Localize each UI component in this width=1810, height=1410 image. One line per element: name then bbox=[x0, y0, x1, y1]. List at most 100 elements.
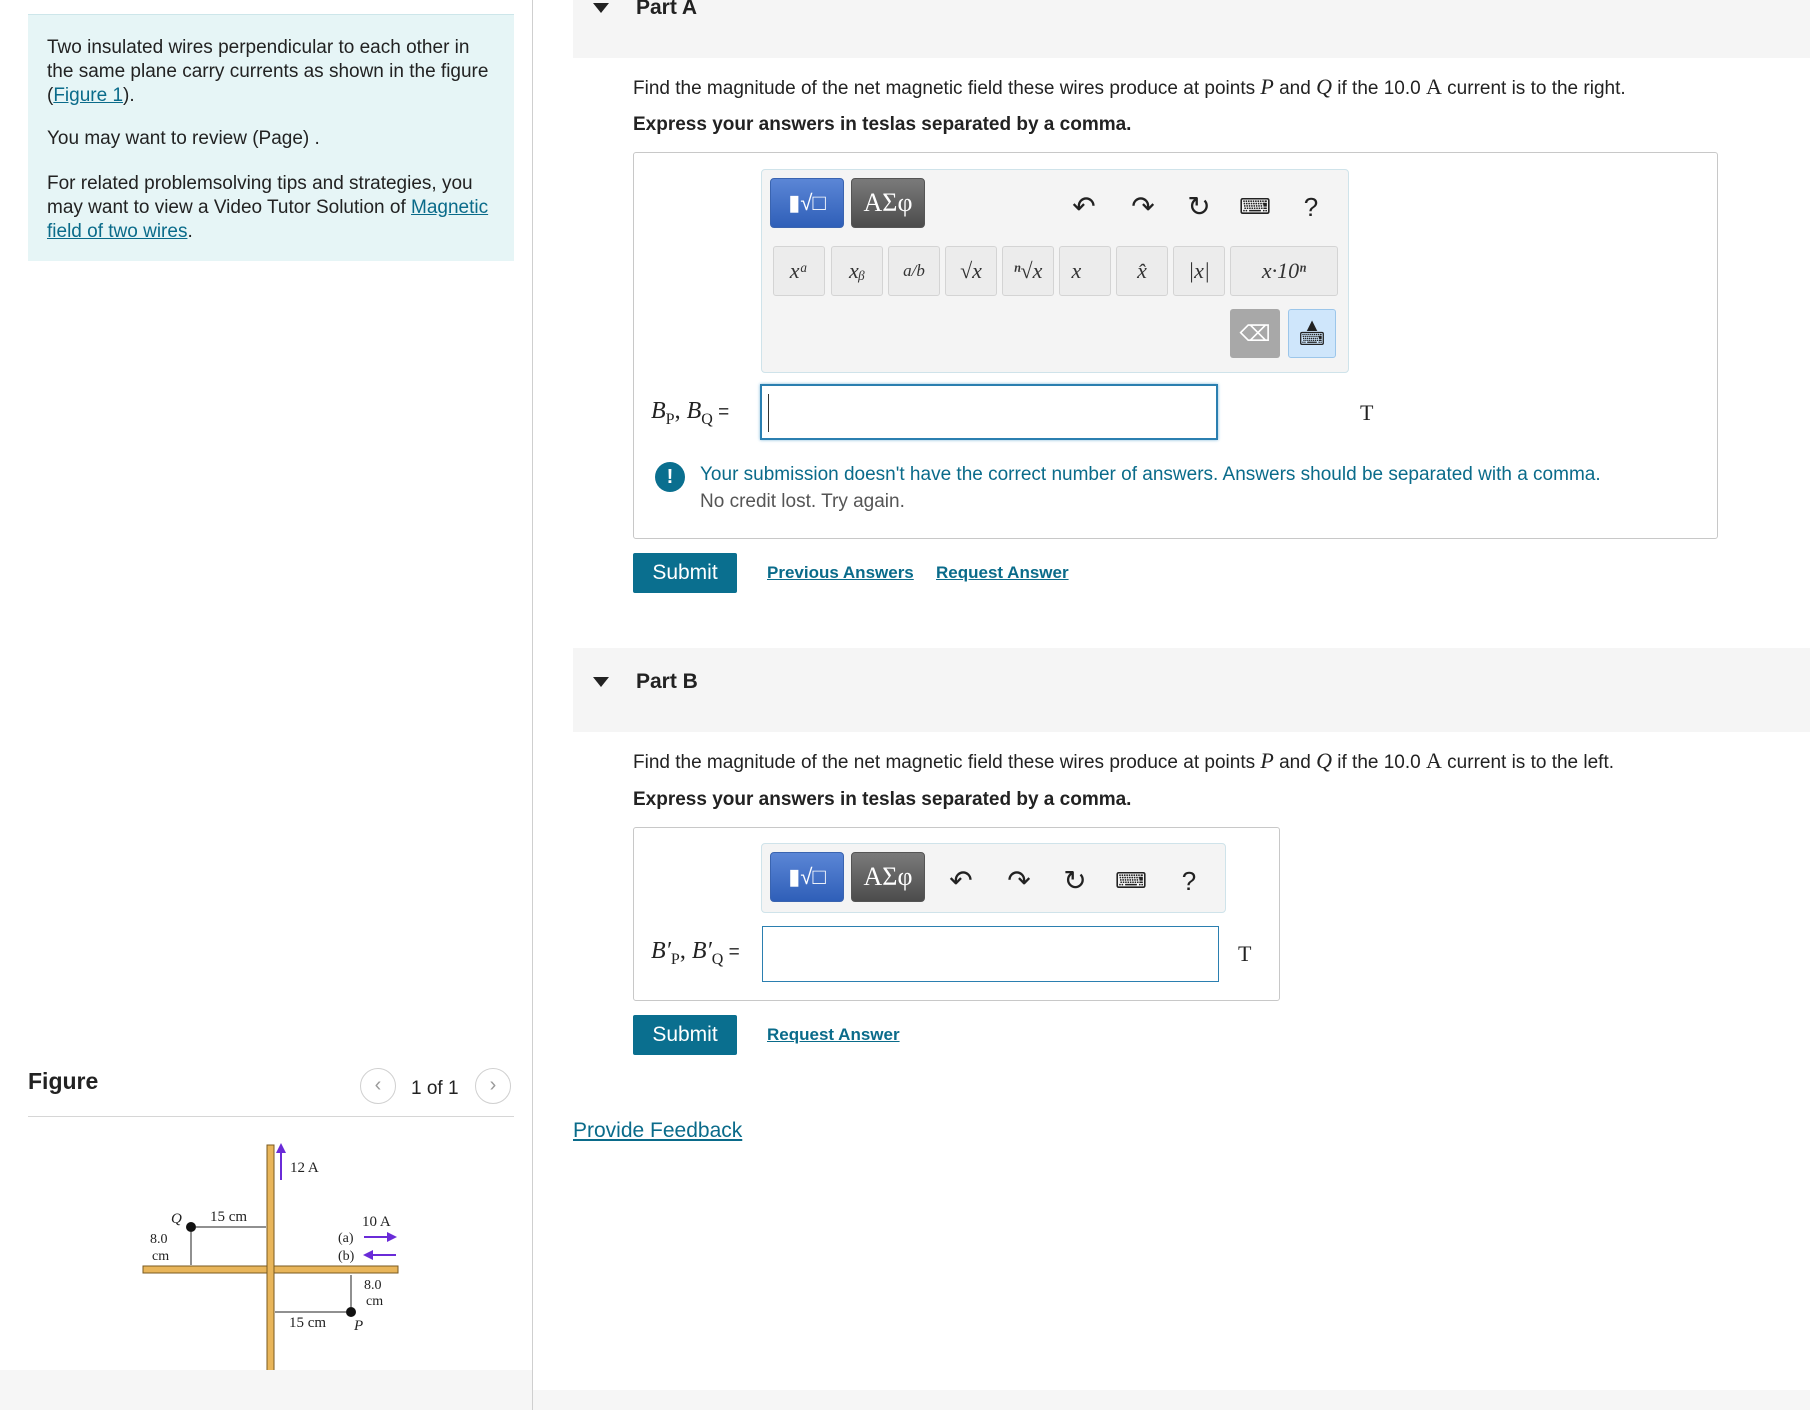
figure-title: Figure bbox=[28, 1068, 99, 1094]
key-nth-root[interactable]: ⁿ√x bbox=[1002, 246, 1054, 296]
vertical-wire bbox=[266, 1144, 275, 1398]
redo-icon[interactable]: ↷ bbox=[1001, 863, 1037, 899]
part-a-header[interactable] bbox=[573, 0, 1810, 58]
question-text: Find the magnitude of the net magnetic f… bbox=[633, 752, 1261, 773]
label-comma: , bbox=[674, 398, 687, 424]
label-sub-p: P bbox=[670, 950, 680, 968]
figure-divider bbox=[28, 1116, 514, 1117]
reset-icon[interactable]: ↻ bbox=[1057, 863, 1093, 899]
var-p: P bbox=[1260, 74, 1274, 99]
key-vector[interactable]: x⃗ bbox=[1059, 246, 1111, 296]
key-fraction[interactable]: a/b bbox=[888, 246, 940, 296]
key-scientific-notation[interactable]: x·10ⁿ bbox=[1230, 246, 1338, 296]
label-8cm-q-unit: cm bbox=[152, 1249, 169, 1264]
part-a-submit-button[interactable]: Submit bbox=[633, 553, 737, 593]
part-a-question: Find the magnitude of the net magnetic f… bbox=[633, 74, 1626, 100]
figure-next-button[interactable]: › bbox=[475, 1068, 511, 1104]
help-icon[interactable]: ? bbox=[1171, 863, 1207, 899]
label-comma: , bbox=[679, 938, 692, 964]
var-q: Q bbox=[1316, 748, 1332, 773]
part-b-answer-input[interactable] bbox=[762, 926, 1219, 982]
redo-icon[interactable]: ↷ bbox=[1125, 189, 1161, 225]
key-superscript[interactable]: xᵃ bbox=[773, 246, 825, 296]
label-equals: = bbox=[723, 942, 740, 963]
intro-paragraph-3: For related problemsolving tips and stra… bbox=[47, 172, 497, 244]
keyboard-icon[interactable]: ⌨ bbox=[1113, 863, 1149, 899]
part-a-unit: T bbox=[1360, 400, 1374, 425]
warning-icon: ! bbox=[655, 462, 685, 492]
keyboard-toggle-icon[interactable]: ▲ ⌨ bbox=[1288, 309, 1336, 358]
keyboard-icon[interactable]: ⌨ bbox=[1237, 189, 1273, 225]
templates-button[interactable]: ▮√□ bbox=[770, 852, 844, 902]
current-arrow-up-head bbox=[276, 1143, 286, 1153]
part-a-answer-label: BP, BQ = bbox=[651, 398, 729, 429]
text-cursor bbox=[768, 394, 769, 432]
unit-ampere: A bbox=[1426, 74, 1442, 99]
label-10a: 10 A bbox=[362, 1214, 391, 1230]
point-p bbox=[346, 1307, 356, 1317]
part-a-collapse-icon[interactable] bbox=[593, 3, 609, 13]
backspace-icon[interactable]: ⌫ bbox=[1230, 309, 1280, 358]
part-a-feedback-message: Your submission doesn't have the correct… bbox=[700, 464, 1601, 485]
label-8cm-q-num: 8.0 bbox=[150, 1232, 168, 1247]
part-b-submit-button[interactable]: Submit bbox=[633, 1015, 737, 1055]
label-b-prime: B′ bbox=[691, 938, 712, 964]
question-text: and bbox=[1273, 752, 1317, 773]
wires-figure: 12 A 10 A (a) (b) Q 15 cm 8.0 cm P 8.0 c… bbox=[142, 1143, 399, 1398]
question-text: Find the magnitude of the net magnetic f… bbox=[633, 78, 1261, 99]
label-b: B bbox=[686, 398, 702, 424]
label-8cm-p-unit: cm bbox=[366, 1294, 383, 1309]
undo-icon[interactable]: ↶ bbox=[1066, 189, 1102, 225]
intro-panel: Two insulated wires perpendicular to eac… bbox=[28, 14, 514, 261]
undo-icon[interactable]: ↶ bbox=[943, 863, 979, 899]
label-sub-q: Q bbox=[711, 950, 724, 968]
reset-icon[interactable]: ↻ bbox=[1181, 189, 1217, 225]
intro-paragraph-2: You may want to review (Page) . bbox=[47, 128, 320, 149]
question-text: current is to the right. bbox=[1441, 78, 1626, 99]
figure-1-link[interactable]: Figure 1 bbox=[53, 85, 123, 106]
part-b-instruction: Express your answers in teslas separated… bbox=[633, 789, 1132, 810]
label-b: B bbox=[651, 398, 666, 424]
label-p: P bbox=[353, 1318, 363, 1334]
key-subscript[interactable]: xᵦ bbox=[831, 246, 883, 296]
label-8cm-p-num: 8.0 bbox=[364, 1278, 382, 1293]
part-b-header[interactable] bbox=[573, 648, 1810, 732]
help-icon[interactable]: ? bbox=[1293, 189, 1329, 225]
label-12a: 12 A bbox=[290, 1160, 319, 1176]
intro-text: ). bbox=[123, 85, 135, 106]
key-sqrt[interactable]: √x bbox=[945, 246, 997, 296]
part-a-request-answer-link[interactable]: Request Answer bbox=[936, 563, 1069, 583]
part-a-answer-input[interactable] bbox=[760, 384, 1218, 440]
part-b-collapse-icon[interactable] bbox=[593, 677, 609, 687]
key-absolute-value[interactable]: |x| bbox=[1173, 246, 1225, 296]
left-bottom-bar bbox=[0, 1370, 532, 1410]
greek-symbols-button[interactable]: ΑΣφ bbox=[851, 852, 925, 902]
intro-text: . bbox=[187, 221, 193, 242]
label-dir-a: (a) bbox=[338, 1231, 354, 1246]
part-a-instruction: Express your answers in teslas separated… bbox=[633, 114, 1132, 135]
greek-symbols-button[interactable]: ΑΣφ bbox=[851, 178, 925, 228]
point-q bbox=[186, 1222, 196, 1232]
var-p: P bbox=[1260, 748, 1274, 773]
label-dir-b: (b) bbox=[338, 1249, 355, 1264]
key-unit-vector[interactable]: x̂ bbox=[1116, 246, 1168, 296]
intro-text: For related problemsolving tips and stra… bbox=[47, 173, 473, 218]
part-b-answer-label: B′P, B′Q = bbox=[651, 938, 740, 969]
templates-button[interactable]: ▮√□ bbox=[770, 178, 844, 228]
label-equals: = bbox=[712, 402, 730, 423]
bottom-bar bbox=[533, 1390, 1810, 1410]
part-b-unit: T bbox=[1238, 941, 1252, 966]
figure-prev-button[interactable]: ‹ bbox=[360, 1068, 396, 1104]
arrow-left-head bbox=[363, 1250, 373, 1260]
figure-pager: 1 of 1 bbox=[411, 1078, 459, 1099]
column-divider bbox=[532, 0, 533, 1410]
part-b-request-answer-link[interactable]: Request Answer bbox=[767, 1025, 900, 1045]
part-a-feedback-note: No credit lost. Try again. bbox=[700, 491, 905, 512]
provide-feedback-link[interactable]: Provide Feedback bbox=[573, 1119, 742, 1143]
var-q: Q bbox=[1316, 74, 1332, 99]
previous-answers-link[interactable]: Previous Answers bbox=[767, 563, 914, 583]
label-15cm-q: 15 cm bbox=[210, 1209, 247, 1225]
part-a-title: Part A bbox=[636, 0, 698, 19]
label-q: Q bbox=[171, 1211, 182, 1227]
question-text: current is to the left. bbox=[1441, 752, 1615, 773]
